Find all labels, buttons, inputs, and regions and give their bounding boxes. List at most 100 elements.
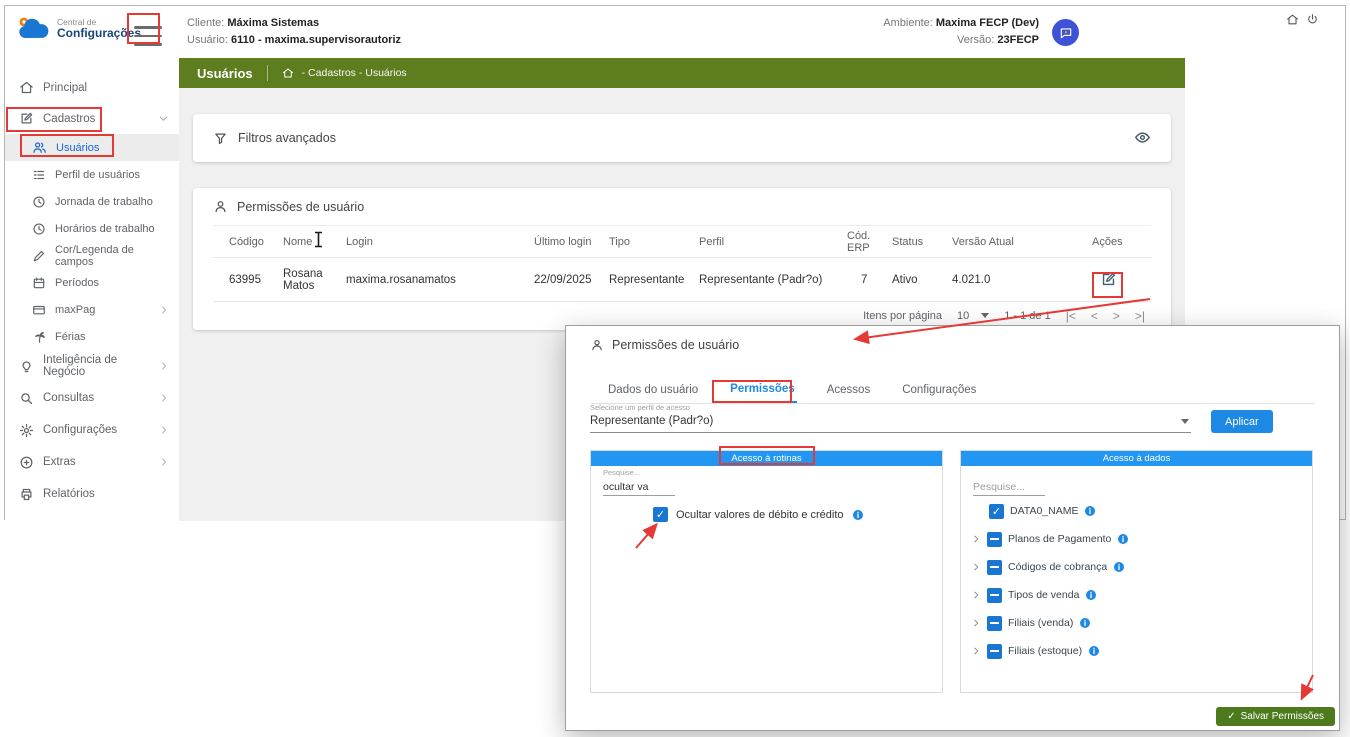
data-search-input[interactable] xyxy=(973,479,1045,496)
page-title-bar: Usuários - Cadastros - Usuários xyxy=(179,58,1185,88)
hamburger-bar xyxy=(134,26,162,29)
sidebar-item-label: Períodos xyxy=(55,277,99,289)
sidebar-item-configuracoes[interactable]: Configurações xyxy=(5,414,179,446)
cell-tipo: Representante xyxy=(609,274,699,286)
chat-button[interactable] xyxy=(1052,19,1079,46)
sidebar-item-label: Jornada de trabalho xyxy=(55,196,153,208)
chevron-right-icon[interactable] xyxy=(971,646,981,656)
info-icon[interactable] xyxy=(1085,589,1097,601)
sidebar-item-inteligencia-de-negocio[interactable]: Inteligência de Negócio xyxy=(5,350,179,382)
eye-icon xyxy=(1134,129,1151,146)
sidebar-item-perfil-de-usuarios[interactable]: Perfil de usuários xyxy=(5,161,179,188)
tab-dados-do-usuario[interactable]: Dados do usuário xyxy=(606,376,700,403)
apply-button[interactable]: Aplicar xyxy=(1211,410,1273,433)
profile-select[interactable]: Selecione um perfil de acesso Representa… xyxy=(590,403,1191,433)
user-permissions-modal: Permissões de usuário Dados do usuário P… xyxy=(565,325,1340,731)
data-access-item[interactable]: Filiais (estoque) xyxy=(961,637,1312,665)
checkbox-checked[interactable] xyxy=(989,504,1004,519)
data-access-item[interactable]: Planos de Pagamento xyxy=(961,525,1312,553)
info-icon[interactable] xyxy=(852,509,864,521)
info-icon[interactable] xyxy=(1084,505,1096,517)
visibility-toggle-button[interactable] xyxy=(1134,129,1151,147)
sidebar-item-label: maxPag xyxy=(55,304,95,316)
column-header-login: Login xyxy=(346,236,534,248)
checkbox-indeterminate[interactable] xyxy=(987,532,1002,547)
chevron-right-icon[interactable] xyxy=(971,590,981,600)
sidebar-item-principal[interactable]: Principal xyxy=(5,72,179,103)
data-item-label: Planos de Pagamento xyxy=(1008,533,1111,545)
tab-configuracoes[interactable]: Configurações xyxy=(900,376,978,403)
data-access-item[interactable]: DATA0_NAME xyxy=(961,497,1312,525)
tab-acessos[interactable]: Acessos xyxy=(825,376,872,403)
chevron-right-icon[interactable] xyxy=(971,562,981,572)
save-permissions-button[interactable]: ✓ Salvar Permissões xyxy=(1216,707,1335,726)
save-permissions-label: Salvar Permissões xyxy=(1241,711,1324,722)
palm-icon xyxy=(32,330,46,344)
first-page-button[interactable]: |< xyxy=(1066,309,1076,323)
sidebar-item-ferias[interactable]: Férias xyxy=(5,323,179,350)
sidebar-item-extras[interactable]: Extras xyxy=(5,446,179,478)
logout-button[interactable] xyxy=(1306,11,1319,29)
cell-codigo: 63995 xyxy=(213,274,283,286)
data-access-list: DATA0_NAME Planos de Pagamento Códigos d… xyxy=(961,497,1312,665)
last-page-button[interactable]: >| xyxy=(1135,309,1145,323)
routine-item[interactable]: Ocultar valores de débito e crédito xyxy=(653,507,864,522)
checkbox-indeterminate[interactable] xyxy=(987,588,1002,603)
home-shortcut-button[interactable] xyxy=(1286,11,1299,29)
hamburger-menu-icon[interactable] xyxy=(134,26,162,46)
person-icon xyxy=(590,338,604,352)
app-logo[interactable]: Central de Configurações xyxy=(15,15,141,42)
sidebar-item-horarios-de-trabalho[interactable]: Horários de trabalho xyxy=(5,215,179,242)
routine-search-field: Pesquise... xyxy=(603,468,675,496)
chevron-right-icon[interactable] xyxy=(971,534,981,544)
checkbox-indeterminate[interactable] xyxy=(987,560,1002,575)
advanced-filters-card[interactable]: Filtros avançados xyxy=(193,114,1171,162)
power-icon xyxy=(1306,13,1319,26)
sidebar-item-consultas[interactable]: Consultas xyxy=(5,382,179,414)
data-access-item[interactable]: Filiais (venda) xyxy=(961,609,1312,637)
next-page-button[interactable]: > xyxy=(1113,309,1120,323)
routine-search-input[interactable] xyxy=(603,479,675,496)
checkbox-indeterminate[interactable] xyxy=(987,644,1002,659)
info-icon[interactable] xyxy=(1117,533,1129,545)
sidebar-item-label: Cor/Legenda de campos xyxy=(55,244,169,268)
column-header-acoes: Ações xyxy=(1092,236,1151,248)
sidebar-item-cor-legenda-de-campos[interactable]: Cor/Legenda de campos xyxy=(5,242,179,269)
items-per-page-select[interactable]: 10 xyxy=(957,310,989,322)
sidebar-item-usuarios[interactable]: Usuários xyxy=(5,134,179,161)
sidebar-item-cadastros[interactable]: Cadastros xyxy=(5,103,179,134)
checkbox-indeterminate[interactable] xyxy=(987,616,1002,631)
sidebar: Principal Cadastros Usuários Perfil de u… xyxy=(5,58,179,520)
tab-permissoes[interactable]: Permissões xyxy=(728,376,797,403)
hamburger-bar xyxy=(134,43,162,46)
version-label: Versão: xyxy=(957,34,994,46)
column-header-tipo: Tipo xyxy=(609,236,699,248)
sidebar-item-label: Inteligência de Negócio xyxy=(43,354,150,378)
profile-select-value-row: Representante (Padr?o) xyxy=(590,412,1191,433)
info-icon[interactable] xyxy=(1079,617,1091,629)
info-icon[interactable] xyxy=(1113,561,1125,573)
info-icon[interactable] xyxy=(1088,645,1100,657)
sidebar-item-relatorios[interactable]: Relatórios xyxy=(5,478,179,510)
client-label: Cliente: xyxy=(187,17,224,29)
sidebar-item-label: Férias xyxy=(55,331,86,343)
sidebar-item-jornada-de-trabalho[interactable]: Jornada de trabalho xyxy=(5,188,179,215)
logo-text: Central de Configurações xyxy=(57,17,141,40)
checkbox-checked[interactable] xyxy=(653,507,668,522)
env-value: Maxima FECP (Dev) xyxy=(936,17,1039,29)
sidebar-item-maxpag[interactable]: maxPag xyxy=(5,296,179,323)
chevron-right-icon[interactable] xyxy=(971,618,981,628)
client-info: Cliente: Máxima Sistemas Usuário: 6110 -… xyxy=(187,15,401,49)
table-row: 63995 Rosana Matos maxima.rosanamatos 22… xyxy=(213,258,1151,302)
sidebar-item-label: Relatórios xyxy=(43,488,95,500)
breadcrumb-home-icon[interactable] xyxy=(282,67,294,79)
data-access-item[interactable]: Tipos de venda xyxy=(961,581,1312,609)
sidebar-item-periodos[interactable]: Períodos xyxy=(5,269,179,296)
previous-page-button[interactable]: < xyxy=(1091,309,1098,323)
table-header-row: Código Nome Login Último login Tipo Perf… xyxy=(213,226,1151,258)
gear-icon xyxy=(19,423,34,438)
data-access-item[interactable]: Códigos de cobrança xyxy=(961,553,1312,581)
data-item-label: Códigos de cobrança xyxy=(1008,561,1107,573)
edit-user-button[interactable] xyxy=(1100,271,1151,288)
chevron-right-icon xyxy=(159,457,169,467)
